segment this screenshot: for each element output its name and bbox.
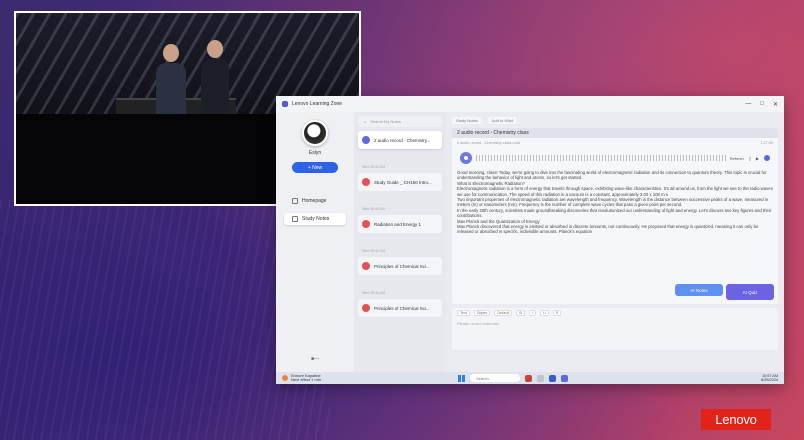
maximize-button[interactable]: □ <box>760 101 764 108</box>
default-tool[interactable]: Default <box>494 309 513 316</box>
audio-player: Refresh ▯ ▶ <box>456 150 774 166</box>
minimize-button[interactable]: — <box>745 101 751 108</box>
app-logo-icon <box>282 101 288 107</box>
system-clock[interactable]: 10:57 AM 8/25/2024 <box>761 374 778 383</box>
note-time: Wed 08:45 AM <box>362 291 385 295</box>
home-icon <box>292 198 298 204</box>
list-item[interactable]: Radiation and Energy 1 <box>358 215 442 233</box>
audio-file-name: 2 audio record - Chemistry class.m4a <box>457 141 520 145</box>
lenovo-logo: Lenovo <box>701 409 771 430</box>
learning-zone-taskbar-icon[interactable] <box>561 374 568 382</box>
notes-editor[interactable]: Text Styles Default B I U S Please recor… <box>452 308 778 350</box>
app-icon[interactable] <box>549 374 556 382</box>
document-icon <box>362 304 370 312</box>
weather-icon <box>282 375 288 381</box>
delete-icon[interactable]: ▯ <box>749 156 751 161</box>
note-time: Wed 08:45 AM <box>362 249 385 253</box>
learning-zone-window: Lenovo Learning Zone — □ ✕ Eslyn + New H… <box>276 96 784 384</box>
title-bar: Lenovo Learning Zone — □ ✕ <box>276 96 784 112</box>
document-icon <box>362 220 370 228</box>
list-item[interactable]: Principles of Chemical Sci... <box>358 257 442 275</box>
close-button[interactable]: ✕ <box>773 101 778 108</box>
list-item[interactable]: 2 audio record - Chemistry... <box>358 131 442 149</box>
search-notes-input[interactable]: ⌕ Search My Notes <box>358 116 442 127</box>
settings-icon[interactable] <box>764 155 770 161</box>
play-icon[interactable]: ▶ <box>756 156 759 161</box>
taskbar: Ennore Kapaline Next effect 1 min Search… <box>276 372 784 384</box>
notes-icon <box>292 216 298 222</box>
audio-icon <box>362 136 370 144</box>
document-icon <box>362 262 370 270</box>
list-item[interactable]: Principles of Chemical Sci... <box>358 299 442 317</box>
audio-duration: 1:27:00 <box>760 141 773 145</box>
taskbar-search-input[interactable]: Search <box>470 374 520 382</box>
note-main: Study Notes Add to Mind 2 audio record -… <box>446 112 784 372</box>
notes-list: ⌕ Search My Notes 2 audio record - Chemi… <box>354 112 446 372</box>
new-button[interactable]: + New <box>292 162 338 173</box>
refresh-button[interactable]: Refresh <box>730 156 744 161</box>
record-button[interactable] <box>460 152 472 164</box>
editor-placeholder: Please record materials <box>457 321 500 326</box>
waveform[interactable] <box>476 155 726 161</box>
editor-toolbar: Text Styles Default B I U S <box>452 308 778 317</box>
app-icon[interactable] <box>537 374 544 382</box>
strike-tool[interactable]: S <box>552 309 562 316</box>
bold-tool[interactable]: B <box>516 309 525 316</box>
note-time: Wed 08:45 AM <box>362 165 385 169</box>
app-icon[interactable] <box>525 374 532 382</box>
user-name: Eslyn <box>308 150 322 156</box>
audio-card: 2 audio record - Chemistry class 2 audio… <box>452 128 778 304</box>
avatar[interactable] <box>302 120 328 146</box>
note-time: Wed 08:45 AM <box>362 207 385 211</box>
italic-tool[interactable]: I <box>528 309 536 316</box>
weather-widget[interactable]: Ennore Kapaline Next effect 1 min <box>282 374 321 382</box>
ai-notes-button[interactable]: AI Notes <box>675 284 723 296</box>
nav-item-study-notes[interactable]: Study Notes <box>284 213 346 225</box>
list-item[interactable]: Study Guide _ CH150 Intro... <box>358 173 442 191</box>
document-icon <box>362 178 370 186</box>
window-title: Lenovo Learning Zone <box>292 101 343 107</box>
tab-study-notes[interactable]: Study Notes <box>452 117 482 124</box>
tab-add-to-mind[interactable]: Add to Mind <box>487 117 518 124</box>
transcript: Good morning, class! Today, we're going … <box>457 170 773 235</box>
text-tool[interactable]: Text <box>457 309 470 316</box>
search-icon: ⌕ <box>364 119 367 124</box>
windows-start-icon[interactable] <box>458 374 465 382</box>
nav-item-homepage[interactable]: Homepage <box>284 195 346 207</box>
left-nav: Eslyn + New Homepage Study Notes ■— <box>276 112 354 372</box>
nav-footer[interactable]: ■— <box>311 356 319 362</box>
styles-tool[interactable]: Styles <box>473 309 491 316</box>
card-title: 2 audio record - Chemistry class <box>452 128 778 138</box>
underline-tool[interactable]: U <box>539 309 549 316</box>
ai-quiz-button[interactable]: AI Quiz <box>726 284 774 300</box>
